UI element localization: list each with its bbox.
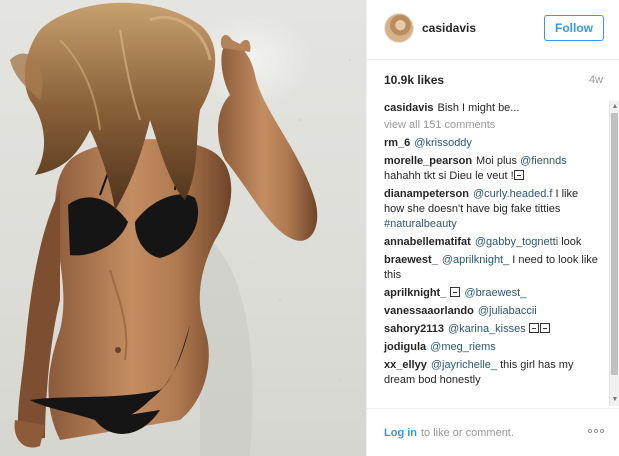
comment: annabellematifat @gabby_tognetti look xyxy=(384,235,600,250)
emoji-placeholder-icon xyxy=(528,323,539,333)
comment-mention[interactable]: @gabby_tognetti xyxy=(475,236,558,248)
comment: sahory2113 @karina_kisses xyxy=(384,322,600,337)
post-photo-illustration xyxy=(10,2,352,456)
comment: vanessaaorlando @juliabaccii xyxy=(384,304,600,319)
emoji-placeholder-icon xyxy=(513,170,524,180)
comment-username[interactable]: xx_ellyy xyxy=(384,359,427,371)
comment-list: casidavis Bish I might be... view all 151… xyxy=(367,101,619,388)
comment: braewest_ @aprilknight_ I need to look li… xyxy=(384,253,600,283)
comment-username[interactable]: sahory2113 xyxy=(384,323,444,335)
likes-count[interactable]: 10.9k likes xyxy=(384,73,444,87)
emoji-placeholder-icon xyxy=(450,287,461,297)
comment-mention[interactable]: @curly.headed.f xyxy=(473,188,552,200)
caption-text: Bish I might be... xyxy=(437,102,520,114)
caption: casidavis Bish I might be... xyxy=(384,101,600,116)
post-photo[interactable] xyxy=(0,0,366,456)
comment-mention[interactable]: #naturalbeauty xyxy=(384,218,457,230)
more-options-icon[interactable] xyxy=(588,429,604,433)
scrollbar-thumb[interactable] xyxy=(611,113,618,375)
comment-mention[interactable]: @braewest_ xyxy=(464,287,526,299)
comment-mention[interactable]: @karina_kisses xyxy=(448,323,526,335)
comment-username[interactable]: dianampeterson xyxy=(384,188,469,200)
comment: jodigula @meg_riems xyxy=(384,340,600,355)
comment-text: look xyxy=(558,236,582,248)
post-meta: 10.9k likes 4w xyxy=(367,60,619,100)
comment-mention[interactable]: @krissoddy xyxy=(414,137,472,149)
comments-section[interactable]: casidavis Bish I might be... view all 151… xyxy=(367,101,619,406)
caption-username[interactable]: casidavis xyxy=(384,102,434,114)
comment-username[interactable]: braewest_ xyxy=(384,254,438,266)
post-age[interactable]: 4w xyxy=(589,74,603,86)
follow-button[interactable]: Follow xyxy=(544,15,604,41)
post-footer: Log in to like or comment. xyxy=(367,408,619,456)
comment-mention[interactable]: @juliabaccii xyxy=(478,305,537,317)
comment-username[interactable]: vanessaaorlando xyxy=(384,305,474,317)
post-sidebar: casidavis Follow 10.9k likes 4w casidavi… xyxy=(366,0,619,456)
comment-mention[interactable]: @jayrichelle_ xyxy=(431,359,497,371)
post-header: casidavis Follow xyxy=(367,0,619,60)
comment-mention[interactable]: @meg_riems xyxy=(430,341,496,353)
scroll-up-arrow-icon[interactable]: ▲ xyxy=(611,102,619,112)
avatar[interactable] xyxy=(384,13,414,43)
scroll-down-arrow-icon[interactable]: ▼ xyxy=(611,395,619,405)
comments-scrollbar[interactable]: ▲ ▼ xyxy=(609,101,619,406)
login-prompt: Log in to like or comment. xyxy=(384,427,514,439)
view-all-comments-link[interactable]: view all 151 comments xyxy=(384,119,600,131)
comment-username[interactable]: rm_6 xyxy=(384,137,410,149)
emoji-placeholder-icon xyxy=(539,323,550,333)
comment: aprilknight_ @braewest_ xyxy=(384,286,600,301)
comment-username[interactable]: aprilknight_ xyxy=(384,287,446,299)
comment-username[interactable]: morelle_pearson xyxy=(384,155,472,167)
comment-mention[interactable]: @fiennds xyxy=(520,155,567,167)
comment-mention[interactable]: @aprilknight_ xyxy=(442,254,509,266)
login-link[interactable]: Log in xyxy=(384,427,417,439)
comment: dianampeterson @curly.headed.f I like how… xyxy=(384,187,600,232)
comment-username[interactable]: jodigula xyxy=(384,341,426,353)
login-prompt-text: to like or comment. xyxy=(421,427,514,439)
comment: rm_6 @krissoddy xyxy=(384,136,600,151)
comment: xx_ellyy @jayrichelle_ this girl has my d… xyxy=(384,358,600,388)
comment-username[interactable]: annabellematifat xyxy=(384,236,471,248)
author-username[interactable]: casidavis xyxy=(422,21,476,35)
comment: morelle_pearson Moi plus @fiennds hahahh … xyxy=(384,154,600,184)
comment-text: hahahh tkt si Dieu le veut ! xyxy=(384,170,514,182)
comment-text: Moi plus xyxy=(476,155,521,167)
